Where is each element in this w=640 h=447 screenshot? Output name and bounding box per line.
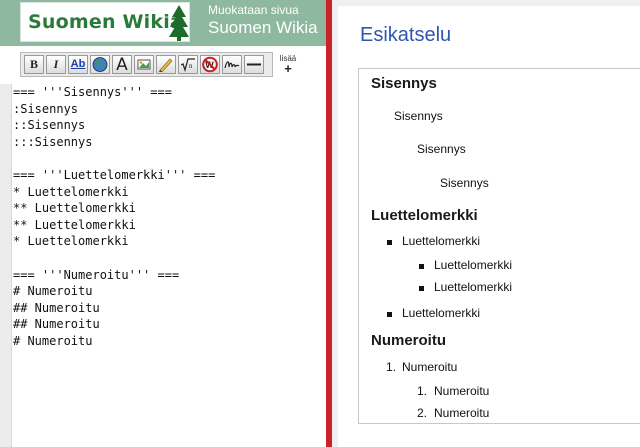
editor-line: :Sisennys: [13, 101, 79, 116]
nowiki-icon: W: [202, 56, 218, 73]
math-button[interactable]: n: [178, 55, 198, 74]
editor-line: # Numeroitu: [13, 284, 93, 299]
more-tools-button[interactable]: lisää +: [276, 54, 300, 76]
signature-icon: [224, 61, 240, 69]
nowiki-button[interactable]: W: [200, 55, 220, 74]
editor-line: === '''Sisennys''' ===: [13, 85, 172, 99]
preview-heading-numbered: Numeroitu: [371, 332, 446, 349]
preview-bullet-2: Luettelomerkki: [402, 306, 481, 320]
italic-button[interactable]: I: [46, 55, 66, 74]
editor-line: * Luettelomerkki: [13, 234, 129, 249]
editor-line: ** Luettelomerkki: [13, 201, 136, 216]
preview-heading-bullets: Luettelomerkki: [371, 207, 478, 224]
signature-button[interactable]: [222, 55, 242, 74]
preview-indent-2: Sisennys: [417, 142, 466, 156]
editor-gutter: [0, 84, 12, 447]
number-marker: 1.: [417, 384, 428, 398]
media-button[interactable]: [156, 55, 176, 74]
square-root-icon: n: [180, 58, 195, 73]
plus-icon: +: [284, 61, 292, 76]
editor-line: # Numeroitu: [13, 333, 93, 348]
wiki-name: Suomen Wikia: [208, 18, 318, 37]
media-file-icon: [159, 58, 173, 73]
wiki-logo[interactable]: Suomen Wikia: [20, 2, 190, 42]
logo-text: Suomen Wikia: [28, 11, 183, 33]
number-marker: 1.: [386, 360, 397, 374]
external-link-button[interactable]: [90, 55, 110, 74]
svg-text:n: n: [189, 62, 193, 70]
editor-line: ** Luettelomerkki: [13, 217, 136, 232]
horizontal-rule-button[interactable]: [244, 55, 264, 74]
link-button[interactable]: Ab: [68, 55, 88, 74]
bullet-marker: [419, 286, 424, 291]
editor-lines: === '''Sisennys''' ===:Sisennys::Sisenny…: [13, 84, 326, 350]
horizontal-line-icon: [247, 63, 261, 66]
edit-pane: Suomen Wikia Muokataan sivua Suomen Wiki…: [0, 0, 328, 447]
preview-bullet-1-2: Luettelomerkki: [434, 280, 513, 294]
globe-icon: [92, 57, 108, 72]
editor-line: ## Numeroitu: [13, 300, 100, 315]
edit-toolbar: B I Ab A n: [20, 52, 273, 77]
preview-numbered-1-1: Numeroitu: [434, 384, 490, 398]
bullet-marker: [387, 240, 392, 245]
preview-indent-3: Sisennys: [440, 176, 489, 190]
editor-line: === '''Numeroitu''' ===: [13, 267, 180, 282]
preview-heading-indent: Sisennys: [371, 75, 437, 92]
preview-bullet-1-1: Luettelomerkki: [434, 258, 513, 272]
headline-button[interactable]: A: [112, 55, 132, 74]
preview-numbered-1-2: Numeroitu: [434, 406, 490, 420]
editor-line: ## Numeroitu: [13, 317, 100, 332]
number-marker: 2.: [417, 406, 428, 420]
editing-label: Muokataan sivua: [208, 3, 299, 17]
preview-numbered-1: Numeroitu: [402, 360, 458, 374]
tree-icon: [169, 5, 189, 41]
wiki-header: Suomen Wikia Muokataan sivua Suomen Wiki…: [0, 0, 328, 46]
editor-line: :::Sisennys: [13, 134, 93, 149]
wikitext-editor[interactable]: === '''Sisennys''' ===:Sisennys::Sisenny…: [13, 84, 326, 447]
preview-title: Esikatselu: [360, 24, 452, 46]
bullet-marker: [419, 264, 424, 269]
image-button[interactable]: [134, 55, 154, 74]
editor-line: * Luettelomerkki: [13, 184, 129, 199]
preview-bullet-1: Luettelomerkki: [402, 234, 481, 248]
editor-line: === '''Luettelomerkki''' ===: [13, 167, 216, 182]
editor-line: ::Sisennys: [13, 118, 86, 133]
bullet-marker: [387, 312, 392, 317]
bold-button[interactable]: B: [24, 55, 44, 74]
image-icon: [137, 59, 151, 70]
preview-indent-1: Sisennys: [394, 109, 443, 123]
